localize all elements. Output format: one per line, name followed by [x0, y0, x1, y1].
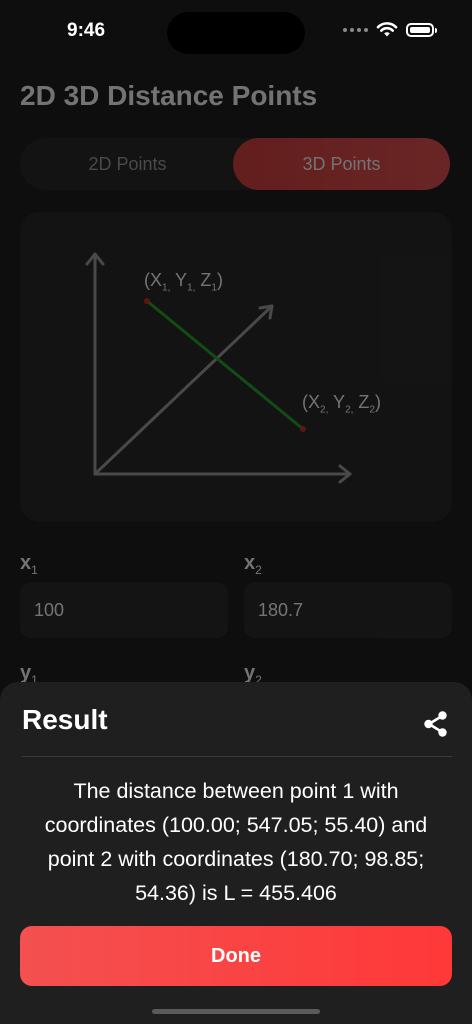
result-text: The distance between point 1 with coordi… — [44, 779, 428, 905]
x1-label: x1 — [20, 552, 38, 577]
point-1-marker — [144, 298, 150, 304]
page-title: 2D 3D Distance Points — [20, 80, 318, 111]
distance-line — [146, 299, 304, 431]
tab-2d-points[interactable]: 2D Points — [20, 138, 235, 190]
points-mode-switch: 2D Points 3D Points — [20, 138, 450, 190]
x2-input[interactable]: 180.7 — [244, 582, 452, 638]
done-button[interactable]: Done — [20, 926, 452, 986]
point-2-marker — [300, 426, 306, 432]
x2-label: x2 — [244, 552, 262, 577]
app-screen: 9:46 2D 3D Distance Points 2D Points 3D … — [0, 0, 472, 1024]
share-icon[interactable] — [422, 710, 450, 738]
diagram-card: (X1, Y1, Z1) (X2, Y2, Z2) — [20, 212, 452, 522]
axes-diagram — [85, 252, 352, 484]
point-1-label: (X1, Y1, Z1) — [144, 270, 223, 294]
x1-input[interactable]: 100 — [20, 582, 228, 638]
point-2-label: (X2, Y2, Z2) — [302, 392, 381, 416]
result-title: Result — [22, 704, 108, 735]
sheet-divider — [22, 756, 452, 757]
tab-3d-points[interactable]: 3D Points — [233, 138, 450, 190]
home-indicator — [152, 1009, 320, 1014]
result-sheet: Result The distance between point 1 with… — [0, 682, 472, 1024]
